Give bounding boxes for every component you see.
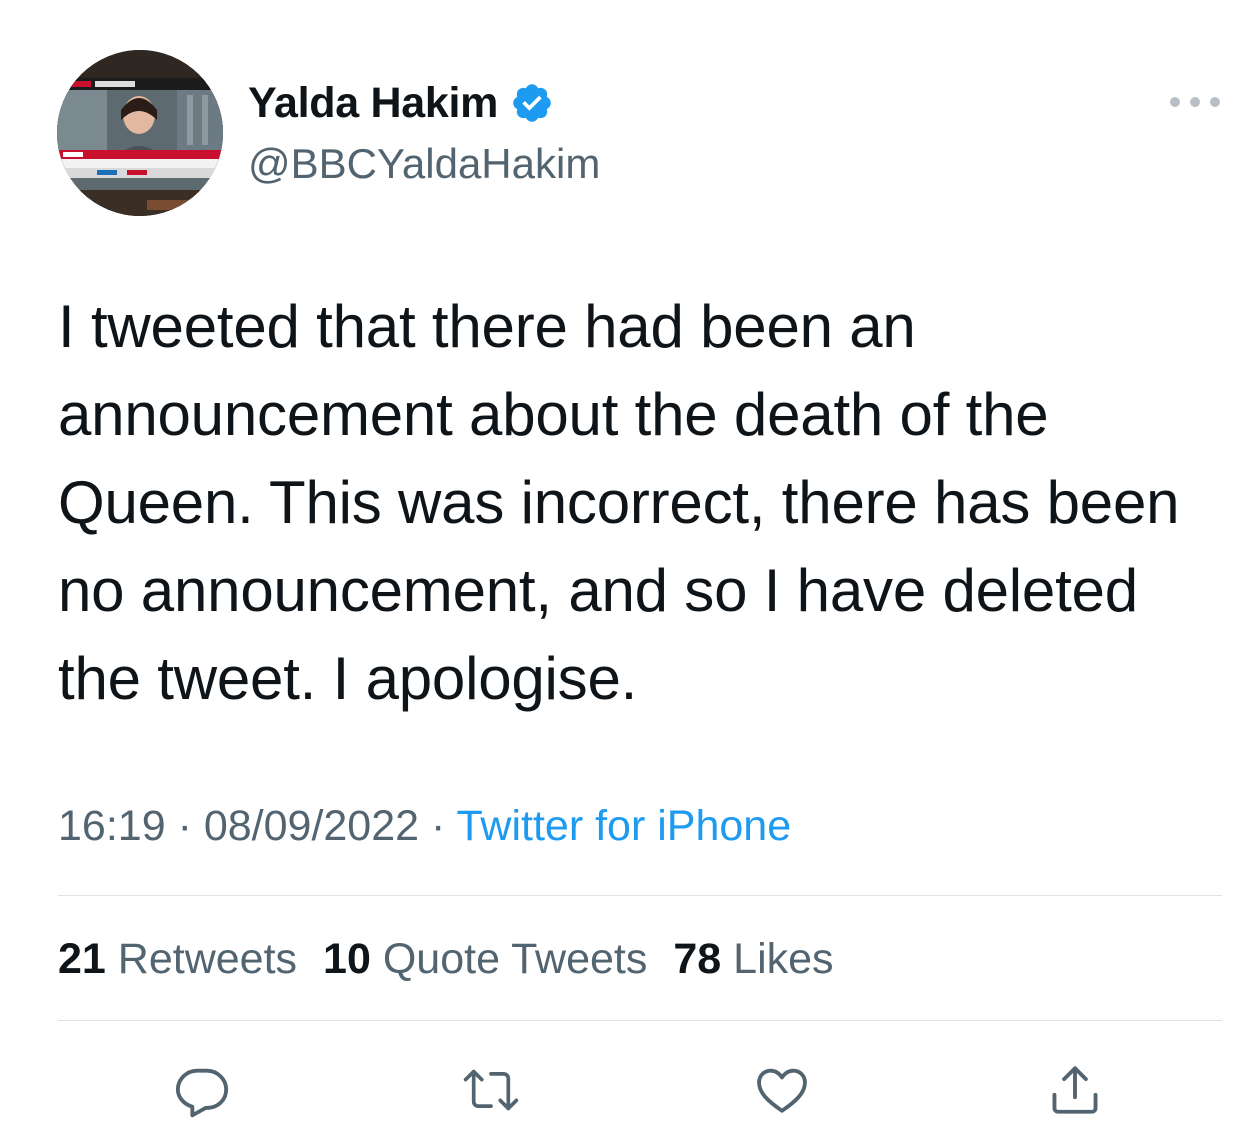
meta-separator: · — [431, 802, 446, 850]
like-button[interactable] — [752, 1060, 812, 1120]
tweet-stats: 21 Retweets 10 Quote Tweets 78 Likes — [58, 930, 834, 988]
meta-separator: · — [177, 802, 192, 850]
author-handle[interactable]: @BBCYaldaHakim — [248, 139, 600, 189]
tweet-time[interactable]: 16:19 — [58, 802, 166, 850]
more-dot-icon — [1170, 97, 1180, 107]
likes-label: Likes — [733, 935, 834, 983]
quote-tweets-label: Quote Tweets — [382, 935, 648, 983]
retweet-icon — [463, 1069, 519, 1111]
quote-tweets-stat[interactable]: 10 Quote Tweets — [323, 930, 647, 988]
retweets-stat[interactable]: 21 Retweets — [58, 930, 297, 988]
reply-button[interactable] — [172, 1060, 232, 1120]
tweet-detail: Yalda Hakim @BBCYaldaHakim I tweeted tha… — [0, 0, 1251, 1145]
likes-count: 78 — [673, 935, 722, 983]
likes-stat[interactable]: 78 Likes — [673, 930, 833, 988]
divider — [58, 1020, 1222, 1021]
author-display-name[interactable]: Yalda Hakim — [248, 78, 498, 128]
tweet-meta: 16:19 · 08/09/2022 · Twitter for iPhone — [58, 798, 791, 854]
verified-badge-icon — [510, 81, 554, 125]
more-options-button[interactable] — [1170, 88, 1220, 116]
retweets-count: 21 — [58, 935, 106, 983]
reply-icon — [175, 1068, 229, 1118]
tweet-source-link[interactable]: Twitter for iPhone — [457, 802, 792, 850]
share-button[interactable] — [1045, 1060, 1105, 1120]
author-name-row[interactable]: Yalda Hakim — [248, 78, 554, 128]
retweet-button[interactable] — [461, 1060, 521, 1120]
tweet-text: I tweeted that there had been an announc… — [58, 293, 1180, 712]
avatar-photo — [57, 50, 223, 216]
divider — [58, 895, 1222, 896]
heart-icon — [757, 1068, 807, 1113]
retweets-label: Retweets — [117, 935, 298, 983]
tweet-date[interactable]: 08/09/2022 — [204, 802, 419, 850]
more-dot-icon — [1190, 97, 1200, 107]
share-icon — [1052, 1066, 1098, 1114]
quote-tweets-count: 10 — [323, 935, 371, 983]
avatar[interactable] — [57, 50, 223, 216]
more-dot-icon — [1210, 97, 1220, 107]
